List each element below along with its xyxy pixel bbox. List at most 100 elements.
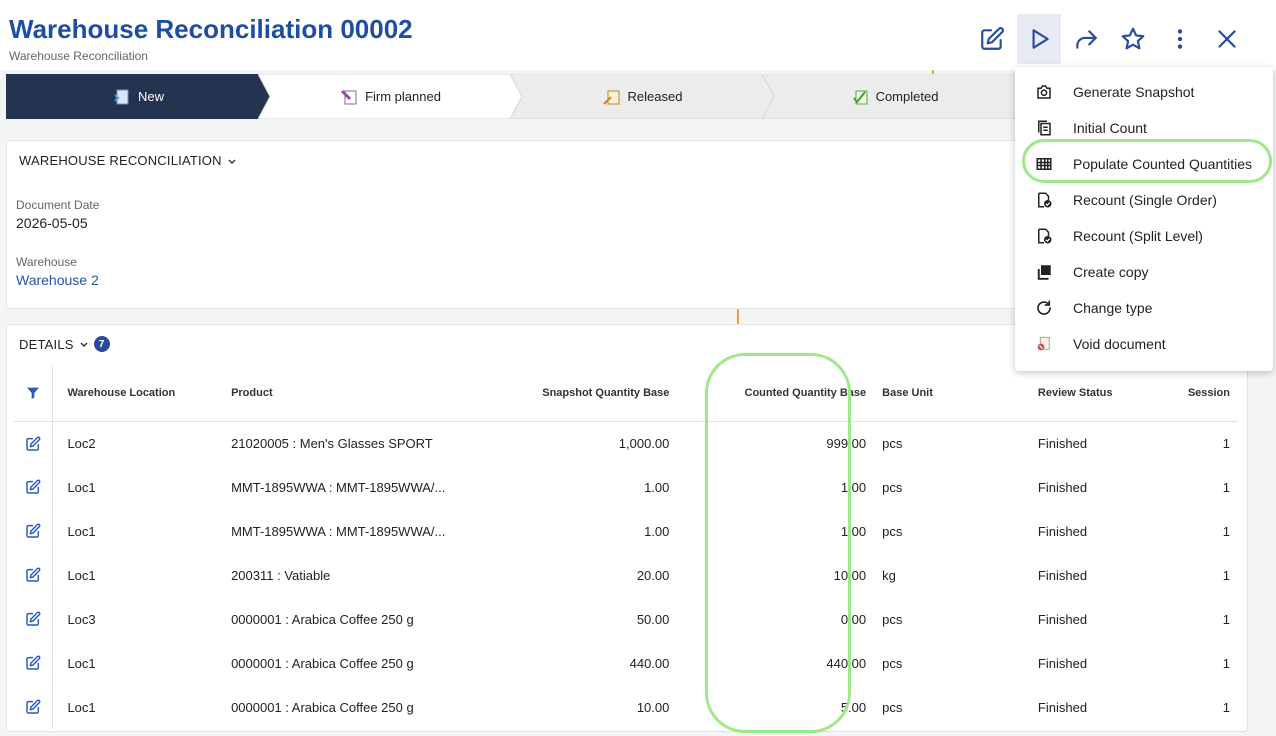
details-title: DETAILS (19, 336, 74, 352)
row-edit-cell[interactable] (14, 641, 54, 685)
menu-item-label: Generate Snapshot (1073, 84, 1195, 100)
menu-item-recount-single-order[interactable]: Recount (Single Order) (1015, 182, 1273, 218)
row-edit-cell[interactable] (14, 553, 54, 597)
column-header-session[interactable]: Session (1173, 366, 1238, 422)
step-label: Firm planned (365, 89, 441, 104)
filter-icon (27, 387, 40, 400)
edit-icon (981, 27, 1004, 50)
step-new[interactable]: New (6, 74, 270, 119)
warehouse-link[interactable]: Warehouse 2 (16, 272, 99, 288)
section-header-details[interactable]: DETAILS 7 (19, 336, 110, 352)
table-row[interactable]: Loc1 200311 : Vatiable 20.00 10.00 kg Finishe… (14, 553, 1238, 597)
cell-snapshot-quantity: 10.00 (636, 699, 670, 715)
cell-counted-quantity: 999.00 (826, 435, 867, 451)
cell-session: 1 (1222, 611, 1230, 627)
menu-item-generate-snapshot[interactable]: Generate Snapshot (1015, 74, 1273, 110)
row-edit-cell[interactable] (14, 597, 54, 641)
favorite-button[interactable] (1111, 14, 1155, 64)
table-row[interactable]: Loc2 21020005 : Men's Glasses SPORT 1,000.… (14, 421, 1238, 465)
cell-warehouse-location: Loc1 (67, 479, 96, 495)
table-row[interactable]: Loc1 MMT-1895WWA : MMT-1895WWA/... 1.00 1.0… (14, 509, 1238, 553)
cell-product: 200311 : Vatiable (231, 567, 331, 583)
process-button[interactable] (1017, 14, 1061, 64)
edit-icon (26, 436, 41, 451)
cell-review-status: Finished (1037, 435, 1088, 451)
row-edit-cell[interactable] (14, 509, 54, 553)
row-edit-cell[interactable] (14, 465, 54, 509)
table-row[interactable]: Loc1 MMT-1895WWA : MMT-1895WWA/... 1.00 1.0… (14, 465, 1238, 509)
cell-session: 1 (1222, 435, 1230, 451)
details-table: Warehouse Location Product Snapshot Quan… (14, 366, 1238, 729)
star-icon (1121, 27, 1145, 50)
cell-review-status: Finished (1037, 523, 1088, 539)
close-button[interactable] (1205, 14, 1249, 64)
cell-base-unit: pcs (882, 699, 903, 715)
cell-product: MMT-1895WWA : MMT-1895WWA/... (231, 479, 446, 495)
menu-item-void-document[interactable]: Void document (1015, 326, 1273, 362)
menu-item-initial-count[interactable]: Initial Count (1015, 110, 1273, 146)
cell-product: 0000001 : Arabica Coffee 250 g (231, 611, 414, 627)
cell-snapshot-quantity: 50.00 (636, 611, 670, 627)
document-date-value: 2026-05-05 (16, 215, 88, 231)
row-edit-cell[interactable] (14, 421, 54, 465)
column-header-product[interactable]: Product (223, 366, 460, 422)
page-title: Warehouse Reconciliation 00002 (9, 14, 413, 44)
menu-item-label: Create copy (1073, 264, 1149, 280)
step-released[interactable]: Released (510, 74, 774, 119)
cell-review-status: Finished (1037, 655, 1088, 671)
column-header-counted-quantity[interactable]: Counted Quantity Base (677, 366, 875, 422)
menu-item-label: Void document (1073, 336, 1166, 352)
menu-item-create-copy[interactable]: Create copy (1015, 254, 1273, 290)
more-vertical-icon (1177, 29, 1183, 49)
edit-icon (26, 523, 41, 539)
camera-icon (1037, 85, 1051, 99)
warehouse-label: Warehouse (16, 255, 77, 269)
section-header-warehouse-reconciliation[interactable]: WAREHOUSE RECONCILIATION (19, 153, 238, 168)
copy-doc-icon (1038, 120, 1051, 136)
cell-session: 1 (1222, 479, 1230, 495)
table-row[interactable]: Loc1 0000001 : Arabica Coffee 250 g 440.00… (14, 641, 1238, 685)
more-button[interactable] (1158, 14, 1202, 64)
cell-session: 1 (1222, 699, 1230, 715)
step-firm-planned[interactable]: Firm planned (258, 74, 522, 119)
close-icon (1218, 30, 1236, 48)
step-completed[interactable]: Completed (762, 74, 1026, 119)
table-row[interactable]: Loc3 0000001 : Arabica Coffee 250 g 50.00 0… (14, 597, 1238, 641)
cell-snapshot-quantity: 1,000.00 (618, 435, 670, 451)
cell-session: 1 (1222, 567, 1230, 583)
cell-counted-quantity: 5.00 (840, 699, 867, 715)
cell-base-unit: kg (882, 567, 896, 583)
table-row[interactable]: Loc1 0000001 : Arabica Coffee 250 g 10.00 5… (14, 685, 1238, 729)
cell-base-unit: pcs (882, 479, 903, 495)
completed-icon (852, 90, 868, 104)
page-header: Warehouse Reconciliation 00002 Warehouse… (0, 0, 1276, 70)
edit-button[interactable] (970, 14, 1014, 64)
step-label: Released (627, 89, 683, 104)
table-header-row: Warehouse Location Product Snapshot Quan… (14, 366, 1238, 422)
main-section-card: WAREHOUSE RECONCILIATION Document Date 2… (6, 140, 1028, 309)
page-subtitle: Warehouse Reconciliation (9, 49, 148, 63)
cell-session: 1 (1222, 523, 1230, 539)
cell-product: MMT-1895WWA : MMT-1895WWA/... (231, 523, 446, 539)
column-header-review-status[interactable]: Review Status (1029, 366, 1174, 422)
cell-review-status: Finished (1037, 567, 1088, 583)
row-edit-cell[interactable] (14, 685, 54, 729)
column-header-warehouse-location[interactable]: Warehouse Location (52, 366, 224, 422)
column-header-snapshot-quantity[interactable]: Snapshot Quantity Base (459, 366, 678, 422)
column-header-base-unit[interactable]: Base Unit (874, 366, 1030, 422)
share-button[interactable] (1064, 14, 1108, 64)
document-date-label: Document Date (16, 198, 100, 212)
cell-warehouse-location: Loc3 (67, 611, 96, 627)
menu-item-label: Initial Count (1073, 120, 1147, 136)
cell-review-status: Finished (1037, 611, 1088, 627)
new-doc-icon (114, 89, 129, 104)
firm-planned-icon (341, 89, 357, 104)
refresh-icon (1037, 300, 1051, 315)
filter-cell[interactable] (14, 366, 54, 422)
chevron-down-icon (228, 159, 236, 164)
chevron-down-icon (80, 342, 88, 347)
menu-item-populate-counted-quantities[interactable]: Populate Counted Quantities (1015, 146, 1273, 182)
edit-icon (26, 479, 41, 495)
menu-item-change-type[interactable]: Change type (1015, 290, 1273, 326)
menu-item-recount-split-level[interactable]: Recount (Split Level) (1015, 218, 1273, 254)
